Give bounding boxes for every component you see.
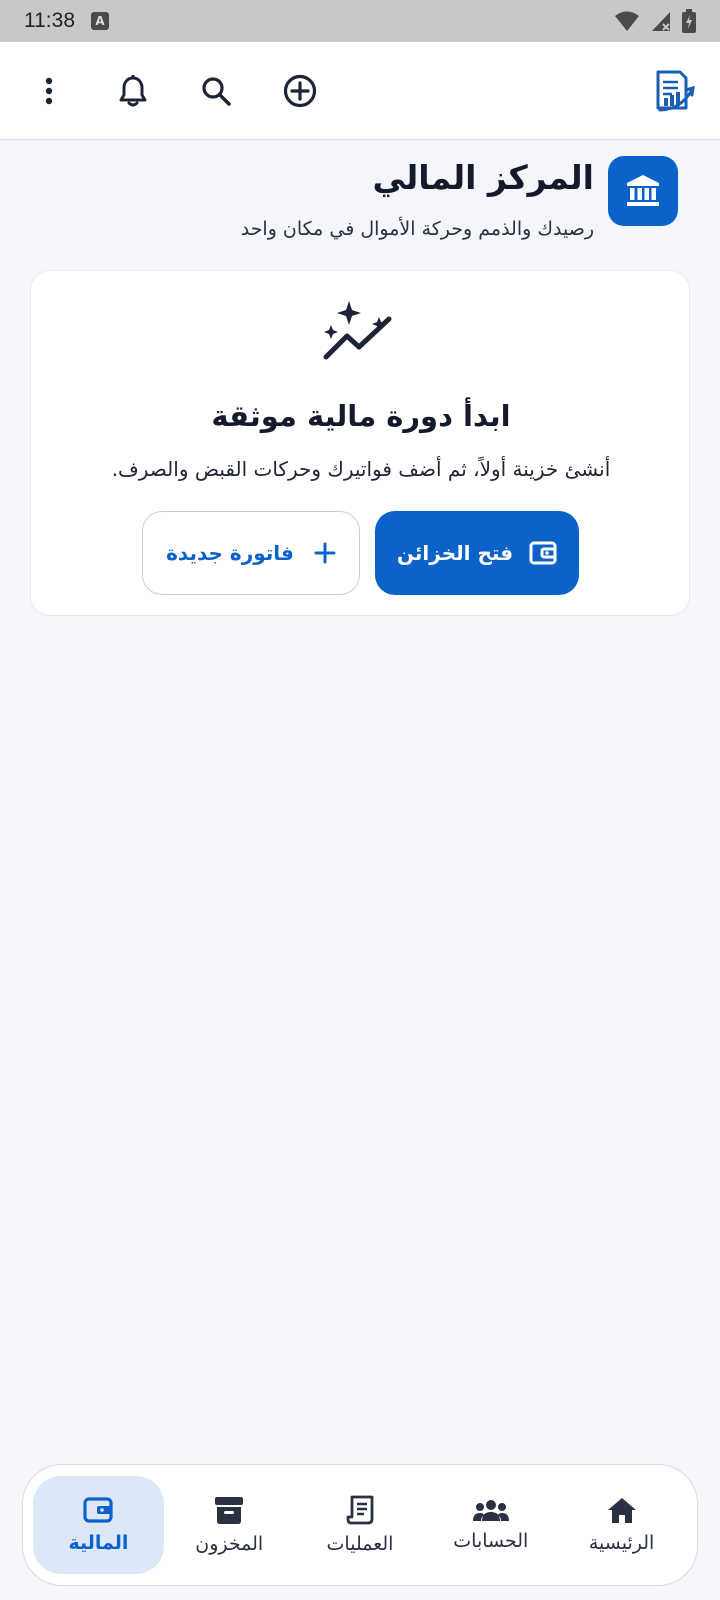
notifications-button[interactable] <box>109 67 157 115</box>
page-title: المركز المالي <box>372 158 594 197</box>
new-invoice-label: فاتورة جديدة <box>166 541 294 565</box>
notification-icon: A <box>91 12 109 30</box>
header-badge <box>608 156 678 226</box>
page-header: المركز المالي رصيدك والذمم وحركة الأموال… <box>38 156 678 246</box>
app-logo-icon[interactable] <box>650 68 696 114</box>
plus-icon <box>314 542 336 564</box>
signal-icon <box>652 12 670 31</box>
open-treasuries-label: فتح الخزائن <box>396 541 514 565</box>
sparkles-trend-icon <box>323 301 392 360</box>
nav-item-finance[interactable]: المالية <box>33 1476 164 1574</box>
empty-state-description: أنشئ خزينة أولاً، ثم أضف فواتيرك وحركات … <box>111 457 611 481</box>
search-button[interactable] <box>192 67 240 115</box>
open-treasuries-button[interactable]: فتح الخزائن <box>375 511 579 595</box>
page-subtitle: رصيدك والذمم وحركة الأموال في مكان واحد <box>240 218 594 240</box>
empty-state-title: ابدأ دورة مالية موثقة <box>211 399 511 433</box>
archive-box-icon <box>215 1497 244 1524</box>
nav-label-accounts: الحسابات <box>453 1530 529 1552</box>
battery-icon <box>682 9 696 33</box>
more-options-button[interactable] <box>25 67 73 115</box>
new-invoice-button[interactable]: فاتورة جديدة <box>142 511 360 595</box>
nav-label-operations: العمليات <box>326 1533 394 1555</box>
nav-label-home: الرئيسية <box>588 1532 655 1554</box>
receipt-icon <box>346 1495 374 1525</box>
search-icon <box>202 77 231 106</box>
bank-icon <box>627 175 659 206</box>
wifi-icon <box>615 11 639 31</box>
add-button[interactable] <box>276 67 324 115</box>
wallet-icon <box>529 541 557 565</box>
nav-label-finance: المالية <box>68 1532 129 1554</box>
wallet-icon <box>83 1497 114 1523</box>
nav-label-inventory: المخزون <box>195 1533 264 1555</box>
more-vertical-icon <box>45 77 53 105</box>
status-time: 11:38 <box>24 9 75 32</box>
add-circle-icon <box>283 74 317 108</box>
nav-item-operations[interactable]: العمليات <box>295 1476 426 1574</box>
empty-state-card: ابدأ دورة مالية موثقة أنشئ خزينة أولاً، … <box>30 270 690 616</box>
home-icon <box>607 1498 636 1523</box>
status-bar: 11:38 A <box>0 0 720 42</box>
nav-item-inventory[interactable]: المخزون <box>164 1476 295 1574</box>
people-icon <box>472 1500 509 1521</box>
nav-item-home[interactable]: الرئيسية <box>556 1476 687 1574</box>
app-bar <box>0 42 720 140</box>
bottom-navigation: الرئيسية الحسابات العمليات المخزون المال… <box>22 1464 698 1586</box>
bell-icon <box>119 75 147 107</box>
nav-item-accounts[interactable]: الحسابات <box>425 1476 556 1574</box>
